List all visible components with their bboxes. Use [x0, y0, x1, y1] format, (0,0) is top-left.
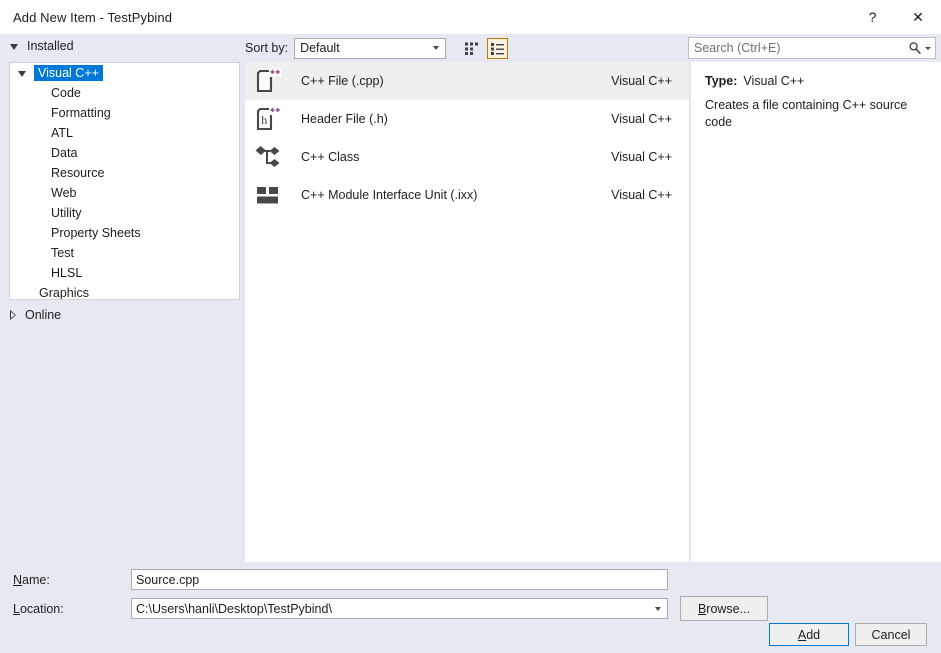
detail-type-row: Type: Visual C++: [705, 74, 941, 88]
search-box[interactable]: Search (Ctrl+E): [688, 37, 936, 59]
tree-item-formatting[interactable]: Formatting: [10, 103, 239, 123]
tree-item-label: HLSL: [51, 266, 83, 280]
close-button[interactable]: ✕: [895, 0, 941, 34]
add-button[interactable]: Add: [769, 623, 849, 646]
chevron-down-icon: [18, 71, 26, 77]
name-label-accel: N: [13, 573, 23, 587]
browse-label-rest: rowse...: [706, 601, 751, 616]
list-item-cpp-file[interactable]: C++ File (.cpp) Visual C++: [245, 62, 689, 100]
tree-item-label: Utility: [51, 206, 82, 220]
location-value: C:\Users\hanli\Desktop\TestPybind\: [136, 601, 332, 616]
list-item-kind: Visual C++: [611, 150, 672, 164]
list-view-icon: [491, 42, 505, 55]
title-bar-buttons: ? ✕: [850, 0, 941, 34]
name-input[interactable]: [131, 569, 668, 590]
online-label: Online: [25, 308, 62, 322]
list-toolbar: Sort by: Default: [245, 34, 690, 62]
tree-item-atl[interactable]: ATL: [10, 123, 239, 143]
tree-item-data[interactable]: Data: [10, 143, 239, 163]
svg-text:h: h: [261, 113, 267, 127]
search-icon-group[interactable]: [908, 38, 931, 58]
tree-item-label: Data: [51, 146, 78, 160]
list-item-kind: Visual C++: [611, 112, 672, 126]
online-group-header[interactable]: Online: [0, 304, 240, 326]
name-label-rest: ame:: [22, 573, 50, 587]
help-button[interactable]: ?: [850, 0, 895, 34]
tree-item-label: Web: [51, 186, 77, 200]
tree-item-property-sheets[interactable]: Property Sheets: [10, 223, 239, 243]
tree-item-label: Code: [51, 86, 81, 100]
chevron-down-icon: [427, 39, 444, 58]
tree-item-label: Visual C++: [34, 65, 103, 81]
tree-item-visual-cpp[interactable]: Visual C++: [10, 63, 239, 83]
list-item-kind: Visual C++: [611, 188, 672, 202]
chevron-down-icon: [649, 599, 666, 618]
browse-label-accel: B: [697, 601, 707, 616]
location-label: Location:: [13, 602, 64, 616]
location-label-accel: L: [13, 602, 20, 616]
sort-by-label: Sort by:: [245, 41, 289, 55]
browse-button[interactable]: Browse...: [680, 596, 768, 621]
search-icon: [909, 42, 921, 55]
detail-pane: Type: Visual C++ Creates a file containin…: [691, 62, 941, 562]
list-item-kind: Visual C++: [611, 74, 672, 88]
location-combobox[interactable]: C:\Users\hanli\Desktop\TestPybind\: [131, 598, 668, 619]
list-view-button[interactable]: [487, 37, 509, 59]
chevron-right-icon: [10, 310, 16, 320]
list-item-module-interface-unit[interactable]: C++ Module Interface Unit (.ixx) Visual …: [245, 176, 689, 214]
dialog-title: Add New Item - TestPybind: [13, 9, 173, 25]
name-label: Name:: [13, 573, 50, 587]
detail-type-value: Visual C++: [743, 74, 805, 88]
small-icons-icon: [465, 42, 479, 55]
tree-item-test[interactable]: Test: [10, 243, 239, 263]
tree-item-label: Property Sheets: [51, 226, 141, 240]
installed-group-header[interactable]: Installed: [0, 34, 240, 58]
view-toggle-group: [461, 37, 509, 59]
list-item-name: Header File (.h): [301, 112, 388, 126]
small-icons-view-button[interactable]: [461, 38, 482, 59]
module-unit-icon: [252, 179, 284, 211]
sort-by-value: Default: [300, 41, 340, 55]
list-item-cpp-class[interactable]: C++ Class Visual C++: [245, 138, 689, 176]
tree-item-label: Formatting: [51, 106, 111, 120]
cpp-class-icon: [252, 141, 284, 173]
tree-item-web[interactable]: Web: [10, 183, 239, 203]
add-label-rest: dd: [806, 627, 821, 642]
list-item-name: C++ Class: [301, 150, 360, 164]
tree-item-hlsl[interactable]: HLSL: [10, 263, 239, 283]
add-label-accel: A: [797, 627, 807, 642]
header-file-icon: h: [252, 103, 284, 135]
chevron-down-icon: [10, 44, 18, 50]
detail-description: Creates a file containing C++ source cod…: [705, 98, 908, 129]
title-bar: Add New Item - TestPybind ? ✕: [0, 0, 941, 34]
tree-item-label: Graphics: [39, 286, 90, 300]
tree-item-label: ATL: [51, 126, 73, 140]
list-item-header-file[interactable]: h Header File (.h) Visual C++: [245, 100, 689, 138]
sort-by-select[interactable]: Default: [294, 37, 447, 59]
list-item-name: C++ File (.cpp): [301, 74, 384, 88]
detail-type-label: Type:: [705, 74, 738, 88]
template-list: C++ File (.cpp) Visual C++ h Header File…: [245, 62, 690, 562]
cancel-button[interactable]: Cancel: [855, 623, 927, 646]
list-item-name: C++ Module Interface Unit (.ixx): [301, 188, 478, 202]
tree-item-resource[interactable]: Resource: [10, 163, 239, 183]
tree-item-graphics[interactable]: Graphics: [10, 283, 239, 300]
tree-item-label: Resource: [51, 166, 105, 180]
location-label-rest: ocation:: [19, 602, 64, 616]
category-tree: Visual C++ Code Formatting ATL Data Reso…: [9, 62, 240, 300]
tree-item-utility[interactable]: Utility: [10, 203, 239, 223]
tree-item-code[interactable]: Code: [10, 83, 239, 103]
chevron-down-icon: [925, 46, 931, 50]
tree-item-label: Test: [51, 246, 74, 260]
installed-label: Installed: [27, 39, 74, 53]
search-placeholder: Search (Ctrl+E): [694, 41, 781, 55]
cpp-file-icon: [252, 65, 284, 97]
